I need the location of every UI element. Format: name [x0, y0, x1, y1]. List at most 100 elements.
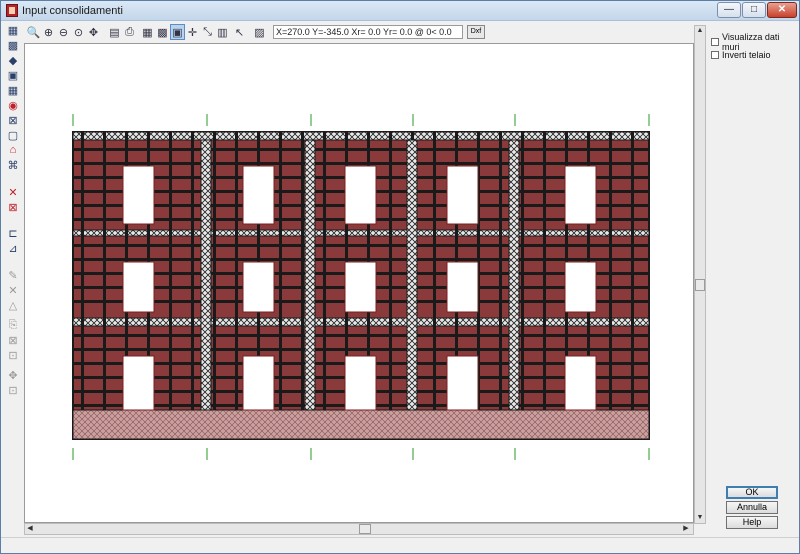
maximize-button[interactable]: □ [742, 2, 766, 18]
floor-band [72, 229, 650, 237]
foundation [72, 409, 650, 440]
grid-view-icon[interactable]: ▩ [5, 38, 21, 52]
cross-disabled-icon[interactable]: ✕ [5, 283, 21, 297]
horizontal-tie [73, 148, 649, 151]
window-opening [344, 261, 377, 313]
invert-frame-checkbox[interactable]: Inverti telaio [711, 48, 796, 61]
drawing-canvas[interactable] [24, 43, 694, 523]
floor-band [72, 131, 650, 141]
triangle-icon[interactable]: △ [5, 298, 21, 312]
wall-elevation-drawing [72, 114, 650, 460]
window-opening [242, 355, 275, 411]
close-button[interactable]: ✕ [767, 2, 797, 18]
snap-point-icon[interactable]: ✛ [185, 24, 200, 40]
sub-box-icon[interactable]: ⊡ [5, 348, 21, 362]
edit-icon[interactable]: ✎ [5, 268, 21, 282]
export-icon[interactable]: ▤ [107, 24, 122, 40]
frame-view-icon[interactable]: ▦ [5, 23, 21, 37]
horizontal-tie [73, 334, 649, 337]
window-opening [564, 355, 597, 411]
window-opening [122, 165, 155, 225]
horizontal-tie [73, 244, 649, 247]
scroll-up-arrow-icon[interactable]: ▲ [695, 26, 705, 36]
window-opening [122, 261, 155, 313]
cancel-button[interactable]: Annulla [726, 501, 778, 514]
measure-icon[interactable]: ⊿ [5, 241, 21, 255]
vertical-scroll-thumb[interactable] [695, 279, 705, 291]
ring-icon[interactable]: ◉ [5, 98, 21, 112]
copy-icon[interactable]: ⎘ [5, 318, 21, 332]
zoom-window-icon[interactable]: 🔍 [26, 24, 41, 40]
dxf-export-button[interactable]: Dxf [467, 25, 485, 39]
vertical-scrollbar[interactable]: ▲ ▼ [694, 25, 706, 524]
print-icon[interactable]: ⎙ [122, 24, 137, 40]
ok-button[interactable]: OK [726, 486, 778, 499]
window-opening [564, 261, 597, 313]
network-icon[interactable]: ⌘ [5, 158, 21, 172]
arch-icon[interactable]: ⌂ [5, 143, 21, 157]
grid-snap-icon[interactable]: ▣ [170, 24, 185, 40]
cross-panel-icon[interactable]: ⊠ [5, 113, 21, 127]
zoom-all-icon[interactable]: ⊙ [71, 24, 86, 40]
show-wall-data-checkbox[interactable]: Visualizza dati muri [711, 32, 796, 52]
pier-band [406, 139, 418, 411]
delete-box-icon[interactable]: ⊠ [5, 200, 21, 214]
horizontal-tie [73, 258, 649, 261]
horizontal-scrollbar[interactable]: ◀ ▶ [24, 523, 694, 535]
diag-box-icon[interactable]: ⊠ [5, 333, 21, 347]
horizontal-scroll-thumb[interactable] [359, 524, 371, 534]
vertical-post [521, 132, 524, 410]
grid-large-icon[interactable]: ▩ [155, 24, 170, 40]
vertical-post [81, 132, 84, 410]
minimize-button[interactable]: — [717, 2, 741, 18]
info-icon[interactable]: ▨ [252, 24, 267, 40]
grid-small-icon[interactable]: ▦ [140, 24, 155, 40]
checkbox-box[interactable] [711, 50, 719, 59]
vertical-post [213, 132, 216, 410]
pier-band [304, 139, 316, 411]
pattern-icon[interactable]: ▦ [5, 83, 21, 97]
square-icon[interactable]: ▢ [5, 128, 21, 142]
scroll-right-arrow-icon[interactable]: ▶ [681, 524, 691, 534]
window-opening [242, 165, 275, 225]
scroll-down-arrow-icon[interactable]: ▼ [695, 513, 705, 523]
window-opening [446, 355, 479, 411]
window-title: Input consolidamenti [22, 5, 123, 17]
invert-frame-label: Inverti telaio [722, 49, 771, 60]
vertical-post [169, 132, 172, 410]
app-icon [6, 4, 18, 17]
status-bar [1, 537, 799, 553]
window-opening [242, 261, 275, 313]
scroll-left-arrow-icon[interactable]: ◀ [25, 524, 35, 534]
title-bar: Input consolidamenti — □ ✕ [1, 1, 799, 21]
measure-icon[interactable]: ▥ [215, 24, 230, 40]
checkbox-box[interactable] [711, 37, 719, 46]
window-opening [564, 165, 597, 225]
vertical-post [609, 132, 612, 410]
cube-icon[interactable]: ◆ [5, 53, 21, 67]
horizontal-tie [73, 348, 649, 351]
vertical-post [323, 132, 326, 410]
vertical-post [301, 132, 304, 410]
select-icon[interactable]: ↖ [232, 24, 247, 40]
panel-icon[interactable]: ▣ [5, 68, 21, 82]
help-button[interactable]: Help [726, 516, 778, 529]
zoom-out-icon[interactable]: ⊖ [56, 24, 71, 40]
pier-band [508, 139, 520, 411]
pier-band [200, 139, 212, 411]
beam-icon[interactable]: ⊏ [5, 226, 21, 240]
zoom-in-icon[interactable]: ⊕ [41, 24, 56, 40]
coordinates-readout: X=270.0 Y=-345.0 Xr= 0.0 Yr= 0.0 @ 0< 0.… [273, 25, 463, 39]
scale-icon[interactable]: ⤡ [200, 24, 215, 40]
top-toolbar: X=270.0 Y=-345.0 Xr= 0.0 Yr= 0.0 @ 0< 0.… [24, 24, 485, 42]
floor-band [72, 317, 650, 327]
move-icon[interactable]: ✥ [5, 368, 21, 382]
window-opening [446, 261, 479, 313]
vertical-post [191, 132, 194, 410]
window-opening [446, 165, 479, 225]
pan-icon[interactable]: ✥ [86, 24, 101, 40]
delete-icon[interactable]: ✕ [5, 185, 21, 199]
vertical-post [631, 132, 634, 410]
vertical-post [103, 132, 106, 410]
small-box-icon[interactable]: ⊡ [5, 383, 21, 397]
